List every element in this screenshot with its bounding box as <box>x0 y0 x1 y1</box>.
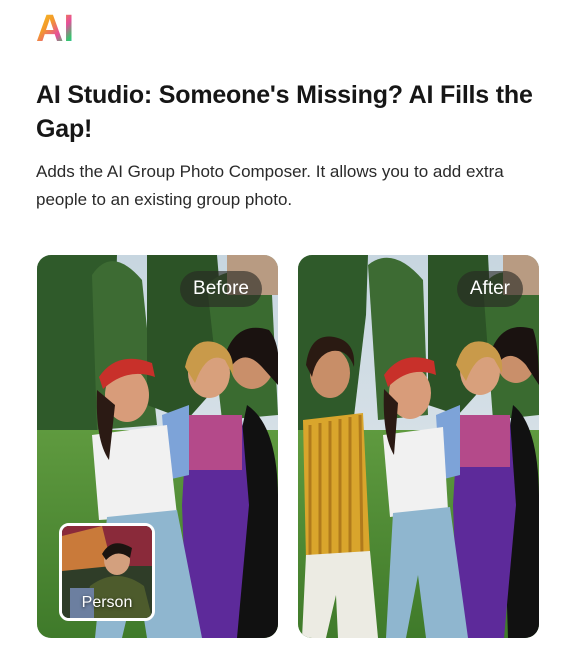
ai-logo: AI <box>36 8 82 50</box>
ai-logo-icon: AI <box>36 8 74 50</box>
person-thumbnail-label: Person <box>81 594 133 611</box>
after-group-photo <box>298 255 539 638</box>
before-photo-card: Before Person <box>37 255 278 638</box>
page-title: AI Studio: Someone's Missing? AI Fills t… <box>36 81 533 143</box>
feature-description: Adds the AI Group Photo Composer. It all… <box>36 162 504 209</box>
person-thumbnail[interactable]: Person <box>59 523 155 621</box>
after-badge: After <box>456 271 523 307</box>
before-badge: Before <box>180 271 262 307</box>
logo-text: AI <box>36 10 74 44</box>
after-photo-card: After <box>298 255 539 638</box>
